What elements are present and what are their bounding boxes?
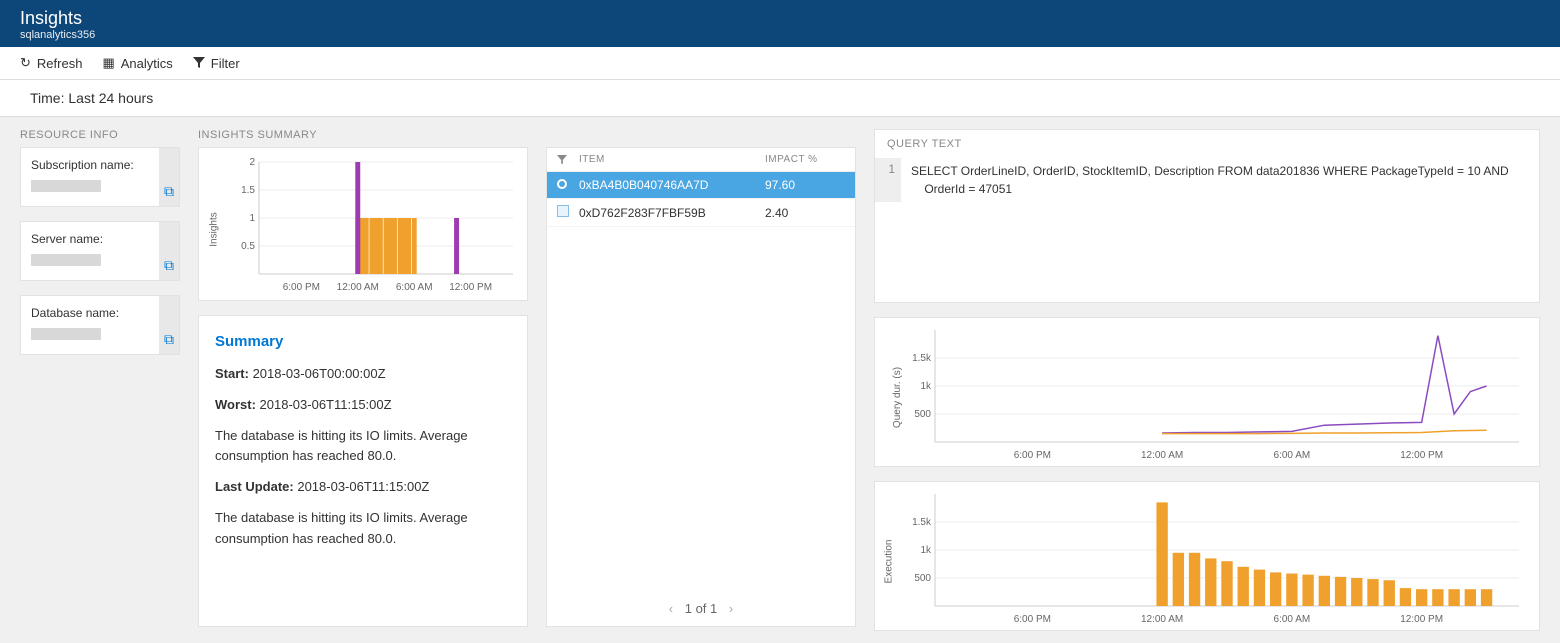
execution-chart[interactable]: Execution 500 1k 1.5k 6:00 PM 12:00 AM 6:00 A… xyxy=(874,481,1540,631)
open-icon: ⧉ xyxy=(164,257,174,274)
summary-start-label: Start: xyxy=(215,366,249,381)
query-line-number: 1 xyxy=(875,158,901,202)
svg-text:1: 1 xyxy=(249,213,255,224)
open-subscription-button[interactable]: ⧉ xyxy=(159,148,179,206)
svg-text:6:00 AM: 6:00 AM xyxy=(1274,614,1311,625)
svg-text:1k: 1k xyxy=(920,381,932,392)
svg-text:1.5k: 1.5k xyxy=(912,353,932,364)
subscription-card: Subscription name: ⧉ xyxy=(20,147,180,207)
item-hash: 0xD762F283F7FBF59B xyxy=(579,206,765,220)
summary-text-1: The database is hitting its IO limits. A… xyxy=(215,426,511,468)
query-text-label: QUERY TEXT xyxy=(875,130,1539,158)
table-row[interactable]: 0xD762F283F7FBF59B 2.40 xyxy=(547,199,855,227)
svg-text:1.5k: 1.5k xyxy=(912,517,932,528)
open-server-button[interactable]: ⧉ xyxy=(159,222,179,280)
summary-text-2: The database is hitting its IO limits. A… xyxy=(215,508,511,550)
analytics-icon: ▦ xyxy=(102,55,114,71)
filter-icon xyxy=(193,57,205,69)
svg-text:6:00 AM: 6:00 AM xyxy=(396,282,433,293)
database-value xyxy=(31,328,101,340)
server-label: Server name: xyxy=(31,232,169,246)
analytics-button[interactable]: ▦ Analytics xyxy=(102,55,172,71)
query-duration-ylabel: Query dur. (s) xyxy=(892,367,903,428)
item-hash: 0xBA4B0B040746AA7D xyxy=(579,178,765,192)
summary-worst-label: Worst: xyxy=(215,397,256,412)
server-value xyxy=(31,254,101,266)
svg-text:12:00 AM: 12:00 AM xyxy=(337,282,379,293)
pager-label: 1 of 1 xyxy=(685,601,718,616)
summary-worst-value: 2018-03-06T11:15:00Z xyxy=(256,397,392,412)
summary-heading: Summary xyxy=(215,330,511,354)
svg-text:12:00 PM: 12:00 PM xyxy=(1400,614,1443,625)
summary-last-label: Last Update: xyxy=(215,479,294,494)
insights-chart[interactable]: Insights 0.5 1 1.5 2 6:00 PM 12:00 AM 6:00 AM 1… xyxy=(198,147,528,301)
query-text-card: QUERY TEXT 1 SELECT OrderLineID, OrderID… xyxy=(874,129,1540,303)
summary-start-value: 2018-03-06T00:00:00Z xyxy=(249,366,386,381)
database-label: Database name: xyxy=(31,306,169,320)
radio-icon xyxy=(557,179,567,189)
page-subtitle: sqlanalytics356 xyxy=(20,29,1540,41)
items-table: ITEM IMPACT % 0xBA4B0B040746AA7D 97.60 0… xyxy=(546,147,856,627)
item-impact: 2.40 xyxy=(765,206,845,220)
svg-text:6:00 PM: 6:00 PM xyxy=(283,282,320,293)
table-row[interactable]: 0xBA4B0B040746AA7D 97.60 xyxy=(547,172,855,199)
filter-column-icon[interactable] xyxy=(557,155,579,165)
toolbar: ↻ Refresh ▦ Analytics Filter xyxy=(0,47,1560,80)
svg-text:6:00 AM: 6:00 AM xyxy=(1274,450,1311,461)
filter-button[interactable]: Filter xyxy=(193,55,240,71)
svg-text:12:00 PM: 12:00 PM xyxy=(449,282,492,293)
open-database-button[interactable]: ⧉ xyxy=(159,296,179,354)
svg-text:12:00 AM: 12:00 AM xyxy=(1141,614,1183,625)
insights-summary-label: INSIGHTS SUMMARY xyxy=(198,129,528,141)
query-sql[interactable]: SELECT OrderLineID, OrderID, StockItemID… xyxy=(901,158,1519,202)
svg-text:2: 2 xyxy=(249,157,255,168)
query-duration-chart[interactable]: Query dur. (s) 500 1k 1.5k 6:00 PM 12:00 AM 6… xyxy=(874,317,1540,467)
refresh-button[interactable]: ↻ Refresh xyxy=(20,55,82,71)
svg-text:1.5: 1.5 xyxy=(241,185,255,196)
svg-text:1k: 1k xyxy=(920,545,932,556)
svg-text:12:00 AM: 12:00 AM xyxy=(1141,450,1183,461)
refresh-label: Refresh xyxy=(37,56,83,71)
open-icon: ⧉ xyxy=(164,331,174,348)
open-icon: ⧉ xyxy=(164,183,174,200)
page-header: Insights sqlanalytics356 xyxy=(0,0,1560,47)
page-title: Insights xyxy=(20,8,1540,29)
server-card: Server name: ⧉ xyxy=(20,221,180,281)
table-header: ITEM IMPACT % xyxy=(547,148,855,172)
svg-text:6:00 PM: 6:00 PM xyxy=(1014,450,1051,461)
svg-text:0.5: 0.5 xyxy=(241,241,255,252)
analytics-label: Analytics xyxy=(121,56,173,71)
pager-next-button[interactable]: › xyxy=(721,601,741,616)
col-impact[interactable]: IMPACT % xyxy=(765,154,845,165)
insights-chart-ylabel: Insights xyxy=(209,212,220,246)
item-icon xyxy=(557,205,569,217)
summary-card: Summary Start: 2018-03-06T00:00:00Z Wors… xyxy=(198,315,528,627)
svg-text:500: 500 xyxy=(914,409,931,420)
subscription-value xyxy=(31,180,101,192)
refresh-icon: ↻ xyxy=(20,55,31,71)
summary-last-value: 2018-03-06T11:15:00Z xyxy=(294,479,430,494)
col-item[interactable]: ITEM xyxy=(579,154,765,165)
subscription-label: Subscription name: xyxy=(31,158,169,172)
svg-text:12:00 PM: 12:00 PM xyxy=(1400,450,1443,461)
svg-text:6:00 PM: 6:00 PM xyxy=(1014,614,1051,625)
database-card: Database name: ⧉ xyxy=(20,295,180,355)
svg-text:500: 500 xyxy=(914,573,931,584)
resource-info-label: RESOURCE INFO xyxy=(20,129,180,141)
item-impact: 97.60 xyxy=(765,178,845,192)
pager-prev-button[interactable]: ‹ xyxy=(661,601,681,616)
time-range: Time: Last 24 hours xyxy=(0,80,1560,117)
pager: ‹ 1 of 1 › xyxy=(547,591,855,626)
filter-label: Filter xyxy=(211,56,240,71)
execution-ylabel: Execution xyxy=(883,540,894,584)
